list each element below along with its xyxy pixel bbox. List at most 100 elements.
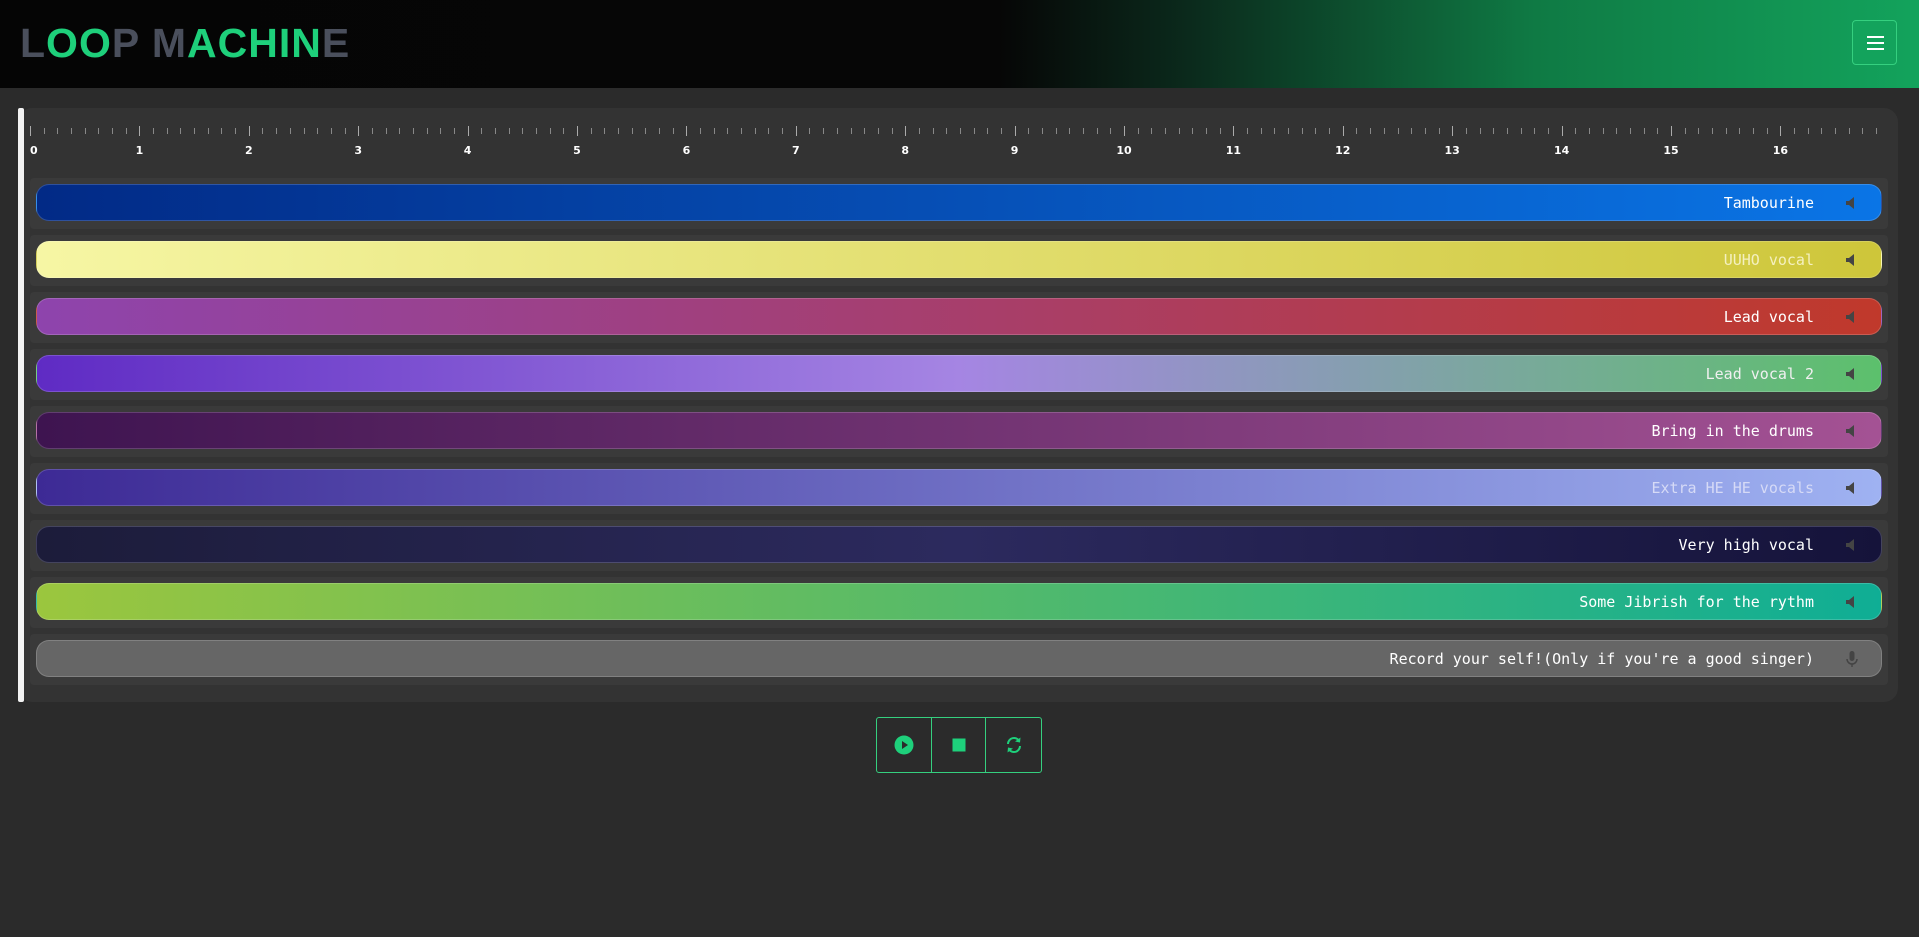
speaker-icon[interactable] [1842,307,1862,327]
ruler-minor-tick [440,128,442,134]
ruler-minor-tick [1041,128,1043,134]
ruler-minor-tick [864,128,866,134]
speaker-icon[interactable] [1842,592,1862,612]
speaker-icon[interactable] [1842,364,1862,384]
transport-controls [876,717,1042,773]
logo-segment: E [321,20,351,66]
ruler-minor-tick [412,128,414,134]
ruler-minor-tick [549,128,551,134]
ruler-minor-tick [1643,128,1645,134]
timeline-ruler[interactable]: 0 1 2 3 4 5 6 7 8 9 10 11 12 13 14 15 16 [30,122,1890,162]
ruler-minor-tick [1725,128,1727,134]
ruler-minor-tick [1753,128,1755,134]
ruler-major-tick [686,126,688,136]
ruler-minor-tick [1547,128,1549,134]
ruler-minor-tick [987,128,989,134]
ruler-major-tick [1342,126,1344,136]
ruler-minor-tick [1151,128,1153,134]
ruler-major-tick [577,126,578,136]
ruler-minor-tick [426,128,428,134]
ruler-minor-tick [1411,128,1413,134]
ruler-minor-tick [1821,128,1823,134]
ruler-minor-tick [1684,128,1686,134]
logo-segment: P [111,20,152,66]
ruler-minor-tick [1575,128,1577,134]
ruler-minor-tick [918,128,920,134]
ruler-minor-tick [112,128,114,134]
ruler-minor-tick [221,128,223,134]
ruler-minor-tick [959,128,961,134]
ruler-minor-tick [1192,128,1194,134]
ruler-minor-tick [330,128,332,134]
ruler-minor-tick [194,128,196,134]
ruler-minor-tick [1137,128,1139,134]
ruler-minor-tick [235,128,237,134]
ruler-minor-tick [1028,128,1030,134]
track-bar[interactable] [36,355,1882,392]
playhead-cursor[interactable] [18,108,24,702]
ruler-minor-tick [1000,128,1002,134]
ruler-minor-tick [1493,128,1495,134]
ruler-minor-tick [891,128,893,134]
ruler-minor-tick [166,128,168,134]
ruler-minor-tick [125,128,127,134]
track-bar[interactable] [36,298,1882,335]
microphone-icon[interactable] [1842,649,1862,669]
ruler-minor-tick [713,128,715,134]
ruler-minor-tick [1712,128,1714,134]
ruler-minor-tick [317,128,319,134]
loop-icon [1006,737,1021,753]
track-bar[interactable] [36,412,1882,449]
menu-button[interactable] [1852,20,1897,65]
ruler-tick-label: 12 [1335,144,1351,157]
ruler-minor-tick [481,128,483,134]
ruler-minor-tick [1301,128,1303,134]
speaker-icon[interactable] [1842,535,1862,555]
ruler-minor-tick [1383,128,1385,134]
ruler-minor-tick [1397,128,1399,134]
ruler-minor-tick [508,128,510,134]
track-bar[interactable] [36,469,1882,506]
stop-button[interactable] [932,718,987,772]
ruler-minor-tick [522,128,524,134]
track-bar[interactable] [36,241,1882,278]
ruler-minor-tick [1424,128,1426,134]
ruler-tick-label: 9 [1010,144,1019,157]
stop-icon [952,738,965,752]
ruler-tick-label: 7 [791,144,800,157]
ruler-major-tick [795,126,797,136]
track-row: Tambourine [30,178,1888,229]
ruler-minor-tick [1657,128,1659,134]
ruler-tick-label: 8 [901,144,910,157]
speaker-icon[interactable] [1842,421,1862,441]
ruler-minor-tick [631,128,633,134]
ruler-minor-tick [1329,128,1331,134]
ruler-minor-tick [1219,128,1221,134]
track-label: Very high vocal [1678,536,1814,554]
ruler-minor-tick [741,128,743,134]
ruler-minor-tick [1520,128,1522,134]
speaker-icon[interactable] [1842,250,1862,270]
speaker-icon[interactable] [1842,478,1862,498]
speaker-icon[interactable] [1842,193,1862,213]
ruler-tick-label: 3 [354,144,363,157]
ruler-major-tick [139,126,141,136]
ruler-minor-tick [1739,128,1741,134]
ruler-minor-tick [385,128,387,134]
ruler-tick-label: 11 [1225,144,1242,157]
ruler-minor-tick [754,128,756,134]
ruler-minor-tick [1356,128,1358,134]
logo-segment: L [20,20,47,66]
loop-button[interactable] [986,718,1041,772]
play-button[interactable] [877,718,932,772]
ruler-minor-tick [1698,128,1700,134]
ruler-minor-tick [1096,128,1098,134]
ruler-minor-tick [1055,128,1057,134]
ruler-minor-tick [1178,128,1180,134]
track-bar[interactable] [36,184,1882,221]
ruler-minor-tick [1862,128,1864,134]
track-row: Some Jibrish for the rythm [30,577,1888,628]
ruler-minor-tick [1315,128,1317,134]
track-bar[interactable] [36,526,1882,563]
play-icon [894,735,914,755]
